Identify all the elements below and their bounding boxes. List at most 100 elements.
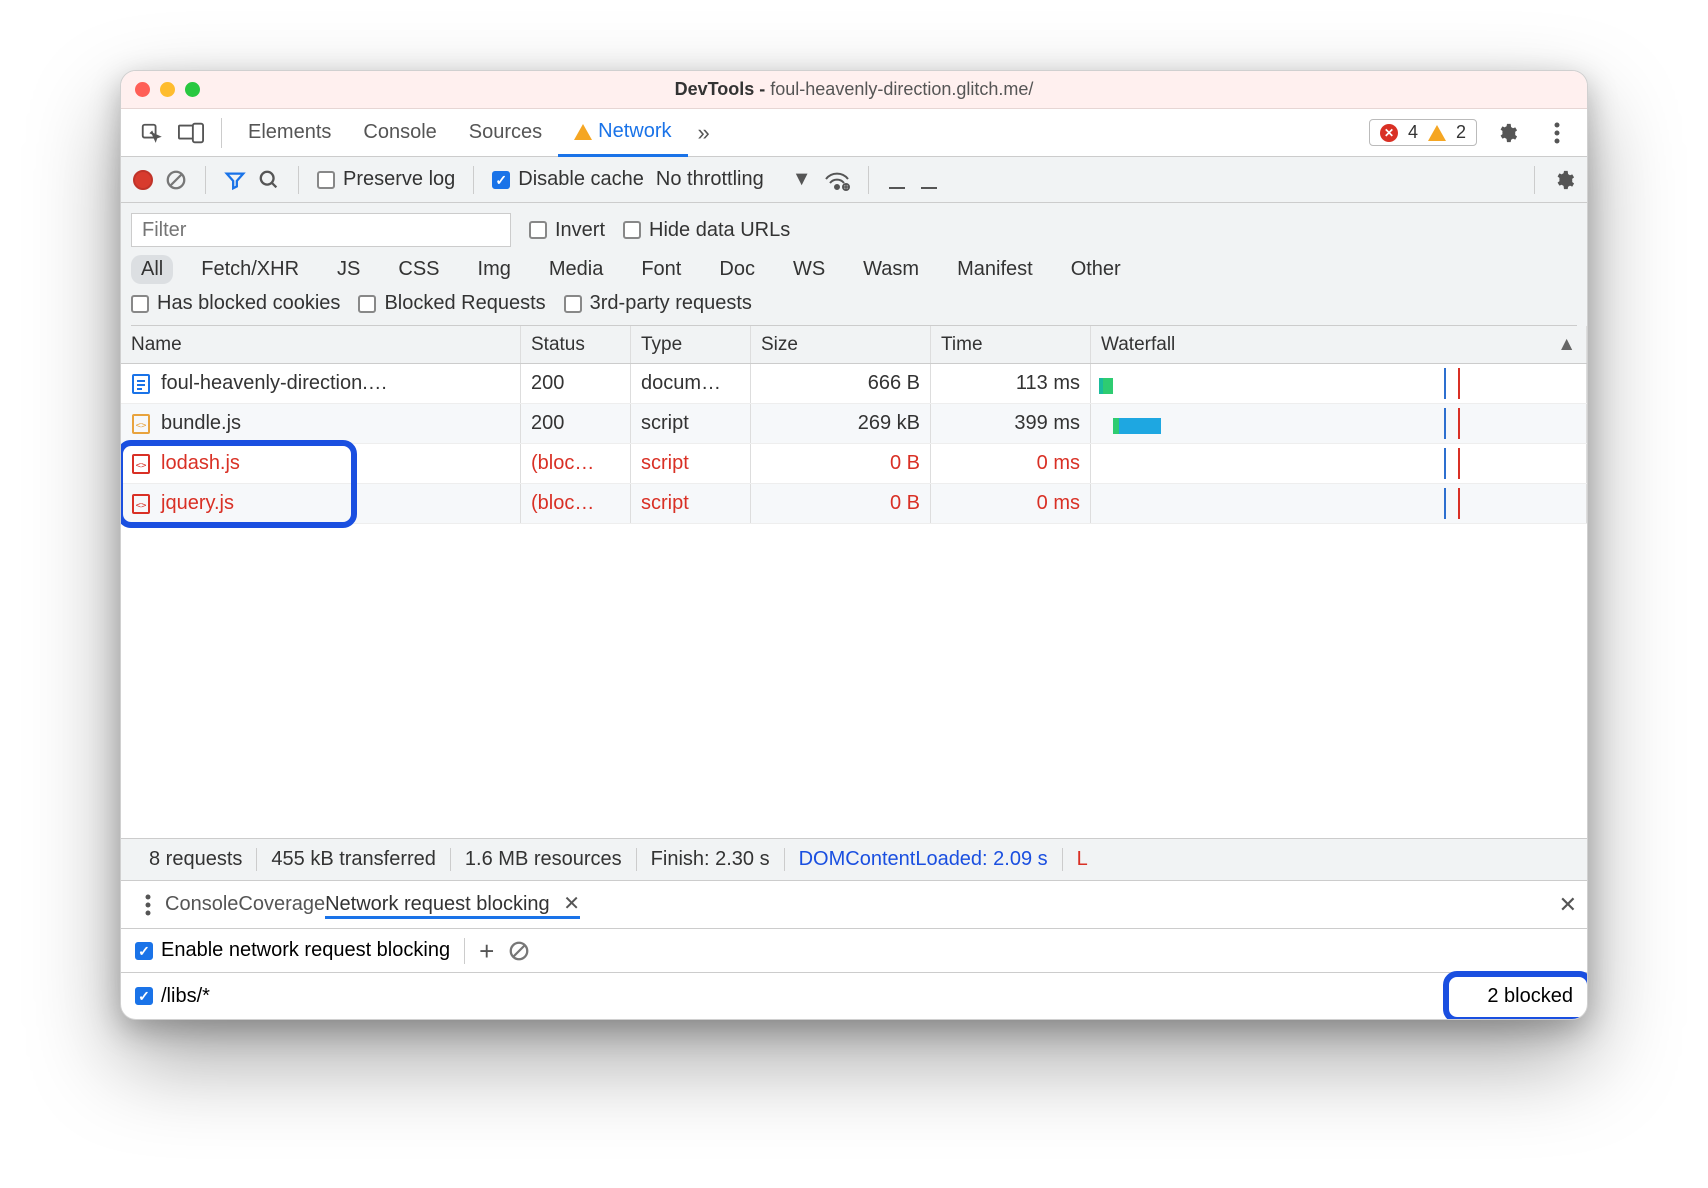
filter-type-fetch-xhr[interactable]: Fetch/XHR (191, 255, 309, 284)
drawer-kebab-icon[interactable] (131, 894, 165, 916)
request-waterfall (1091, 364, 1587, 403)
close-drawer-icon[interactable]: ✕ (1559, 892, 1577, 918)
col-waterfall[interactable]: Waterfall▲ (1091, 326, 1587, 363)
zoom-window-button[interactable] (185, 82, 200, 97)
filter-type-css[interactable]: CSS (388, 255, 449, 284)
table-row[interactable]: <>jquery.js(bloc…script0 B0 ms (121, 484, 1587, 524)
filter-type-ws[interactable]: WS (783, 255, 835, 284)
request-size: 269 kB (751, 404, 931, 443)
filter-type-other[interactable]: Other (1061, 255, 1131, 284)
filter-type-js[interactable]: JS (327, 255, 370, 284)
search-icon[interactable] (258, 169, 280, 191)
preserve-log-checkbox[interactable]: Preserve log (317, 168, 455, 191)
record-button[interactable] (133, 170, 153, 190)
settings-icon[interactable] (1487, 113, 1527, 153)
drawer-tab-network-request-blocking[interactable]: Network request blocking ✕ (325, 891, 580, 919)
request-status: (bloc… (521, 484, 631, 523)
sort-asc-icon: ▲ (1557, 334, 1576, 356)
export-har-icon[interactable] (919, 169, 939, 191)
drawer-toolbar: Enable network request blocking + (121, 929, 1587, 973)
request-size: 0 B (751, 444, 931, 483)
close-tab-icon[interactable]: ✕ (563, 893, 580, 915)
script-icon: <> (131, 413, 151, 435)
main-tabs: Elements Console Sources Network » ✕4 2 (121, 109, 1587, 157)
table-row[interactable]: <>bundle.js200script269 kB399 ms (121, 404, 1587, 444)
pattern-count: 2 blocked (1487, 985, 1573, 1008)
col-type[interactable]: Type (631, 326, 751, 363)
issues-badge[interactable]: ✕4 2 (1369, 119, 1477, 146)
drawer-tab-coverage[interactable]: Coverage (238, 893, 325, 916)
blocked-requests-checkbox[interactable]: Blocked Requests (358, 292, 545, 315)
summary-requests: 8 requests (135, 848, 257, 871)
warning-icon (574, 124, 592, 140)
invert-checkbox[interactable]: Invert (529, 219, 605, 242)
drawer-tab-console[interactable]: Console (165, 893, 238, 916)
remove-all-patterns-icon[interactable] (508, 940, 530, 962)
filter-type-all[interactable]: All (131, 255, 173, 284)
filter-type-media[interactable]: Media (539, 255, 613, 284)
checkbox-checked-icon (492, 171, 510, 189)
request-waterfall (1091, 444, 1587, 483)
network-conditions-icon[interactable] (824, 169, 850, 191)
window-titlebar: DevTools - foul-heavenly-direction.glitc… (121, 71, 1587, 109)
device-toolbar-icon[interactable] (171, 113, 211, 153)
request-time: 399 ms (931, 404, 1091, 443)
panel-settings-icon[interactable] (1553, 169, 1575, 191)
throttling-select[interactable]: No throttling ▼ (656, 168, 812, 191)
request-status: (bloc… (521, 444, 631, 483)
clear-icon[interactable] (165, 169, 187, 191)
request-time: 0 ms (931, 484, 1091, 523)
request-name: jquery.js (161, 492, 234, 515)
script-icon: <> (131, 453, 151, 475)
svg-text:<>: <> (136, 501, 147, 511)
filter-type-img[interactable]: Img (468, 255, 521, 284)
checkbox-checked-icon (135, 942, 153, 960)
table-row[interactable]: <>lodash.js(bloc…script0 B0 ms (121, 444, 1587, 484)
tab-sources[interactable]: Sources (453, 109, 558, 156)
tab-elements[interactable]: Elements (232, 109, 347, 156)
request-waterfall (1091, 404, 1587, 443)
disable-cache-checkbox[interactable]: Disable cache (492, 168, 644, 191)
devtools-window: DevTools - foul-heavenly-direction.glitc… (120, 70, 1588, 1020)
filter-input[interactable] (131, 213, 511, 247)
kebab-menu-icon[interactable] (1537, 113, 1577, 153)
svg-text:<>: <> (136, 461, 147, 471)
checkbox-icon (317, 171, 335, 189)
error-icon: ✕ (1380, 124, 1398, 142)
filter-type-font[interactable]: Font (631, 255, 691, 284)
drawer: Console Coverage Network request blockin… (121, 880, 1587, 1019)
col-status[interactable]: Status (521, 326, 631, 363)
request-name: bundle.js (161, 412, 241, 435)
warning-count: 2 (1456, 122, 1466, 143)
filter-type-doc[interactable]: Doc (709, 255, 765, 284)
title-url: foul-heavenly-direction.glitch.me/ (770, 79, 1033, 99)
filter-toggle-icon[interactable] (224, 169, 246, 191)
tab-console[interactable]: Console (347, 109, 452, 156)
third-party-requests-checkbox[interactable]: 3rd-party requests (564, 292, 752, 315)
inspect-element-icon[interactable] (131, 113, 171, 153)
col-time[interactable]: Time (931, 326, 1091, 363)
traffic-lights (135, 82, 200, 97)
filter-type-wasm[interactable]: Wasm (853, 255, 929, 284)
summary-domcontentloaded: DOMContentLoaded: 2.09 s (785, 848, 1063, 871)
add-pattern-icon[interactable]: + (479, 938, 494, 964)
enable-blocking-checkbox[interactable]: Enable network request blocking (135, 939, 450, 962)
minimize-window-button[interactable] (160, 82, 175, 97)
col-name[interactable]: Name (121, 326, 521, 363)
network-table: Name Status Type Size Time Waterfall▲ fo… (121, 326, 1587, 838)
import-har-icon[interactable] (887, 169, 907, 191)
table-row[interactable]: foul-heavenly-direction.…200docum…666 B1… (121, 364, 1587, 404)
request-type: script (631, 484, 751, 523)
col-size[interactable]: Size (751, 326, 931, 363)
more-tabs-button[interactable]: » (688, 120, 720, 146)
filter-type-manifest[interactable]: Manifest (947, 255, 1043, 284)
chevron-down-icon: ▼ (792, 168, 812, 191)
hide-data-urls-checkbox[interactable]: Hide data URLs (623, 219, 790, 242)
document-icon (131, 373, 151, 395)
close-window-button[interactable] (135, 82, 150, 97)
drawer-tabs: Console Coverage Network request blockin… (121, 881, 1587, 929)
warning-icon (1428, 125, 1446, 141)
blocking-pattern-row[interactable]: /libs/* 2 blocked (121, 973, 1587, 1019)
tab-network[interactable]: Network (558, 110, 687, 157)
has-blocked-cookies-checkbox[interactable]: Has blocked cookies (131, 292, 340, 315)
